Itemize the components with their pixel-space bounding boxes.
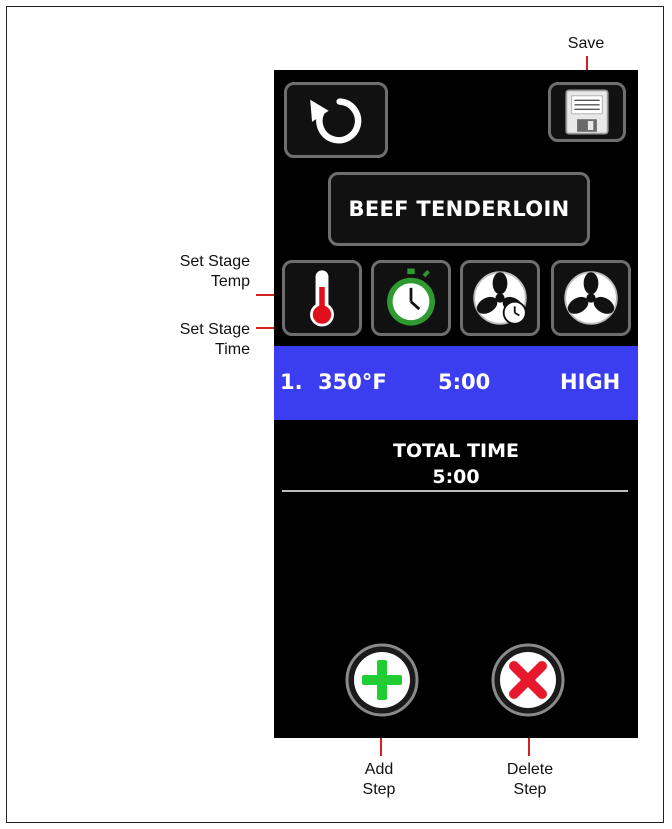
save-callout: Save bbox=[567, 35, 605, 52]
fan-timer-icon bbox=[473, 271, 527, 325]
delete-step-callout: Delete Step bbox=[506, 761, 554, 798]
set-stage-temp-button[interactable] bbox=[282, 260, 362, 336]
save-button[interactable] bbox=[548, 82, 626, 142]
add-step-button[interactable] bbox=[344, 642, 420, 718]
thermometer-icon bbox=[310, 270, 334, 327]
back-button[interactable] bbox=[284, 82, 388, 158]
fan-icon bbox=[564, 271, 618, 325]
fan-timer-button[interactable] bbox=[460, 260, 540, 336]
set-temp-callout: Set Stage Temp bbox=[179, 253, 250, 290]
plus-icon bbox=[345, 643, 419, 717]
stopwatch-icon bbox=[387, 268, 435, 326]
recipe-title-button[interactable]: BEEF TENDERLOIN bbox=[328, 172, 590, 246]
stage-temp: 350°F bbox=[318, 370, 387, 394]
stage-fan-speed: HIGH bbox=[560, 370, 621, 394]
fan-speed-button[interactable] bbox=[551, 260, 631, 336]
total-time-label: TOTAL TIME bbox=[393, 440, 519, 462]
add-step-callout: Add Step bbox=[362, 761, 396, 798]
stage-time: 5:00 bbox=[438, 370, 491, 394]
divider bbox=[282, 490, 628, 492]
undo-arrow-icon bbox=[310, 98, 362, 144]
device-screen: BEEF TENDERLOIN 1. 350°F 5:00 HIGH TOTAL… bbox=[274, 70, 638, 738]
stage-row[interactable]: 1. 350°F 5:00 HIGH bbox=[274, 346, 638, 420]
floppy-disk-icon bbox=[565, 89, 609, 135]
set-time-callout: Set Stage Time bbox=[179, 321, 250, 358]
recipe-title: BEEF TENDERLOIN bbox=[348, 197, 570, 221]
set-stage-time-button[interactable] bbox=[371, 260, 451, 336]
stage-number: 1. bbox=[280, 370, 303, 394]
delete-step-button[interactable] bbox=[490, 642, 566, 718]
total-time-value: 5:00 bbox=[432, 466, 480, 488]
x-icon bbox=[491, 643, 565, 717]
